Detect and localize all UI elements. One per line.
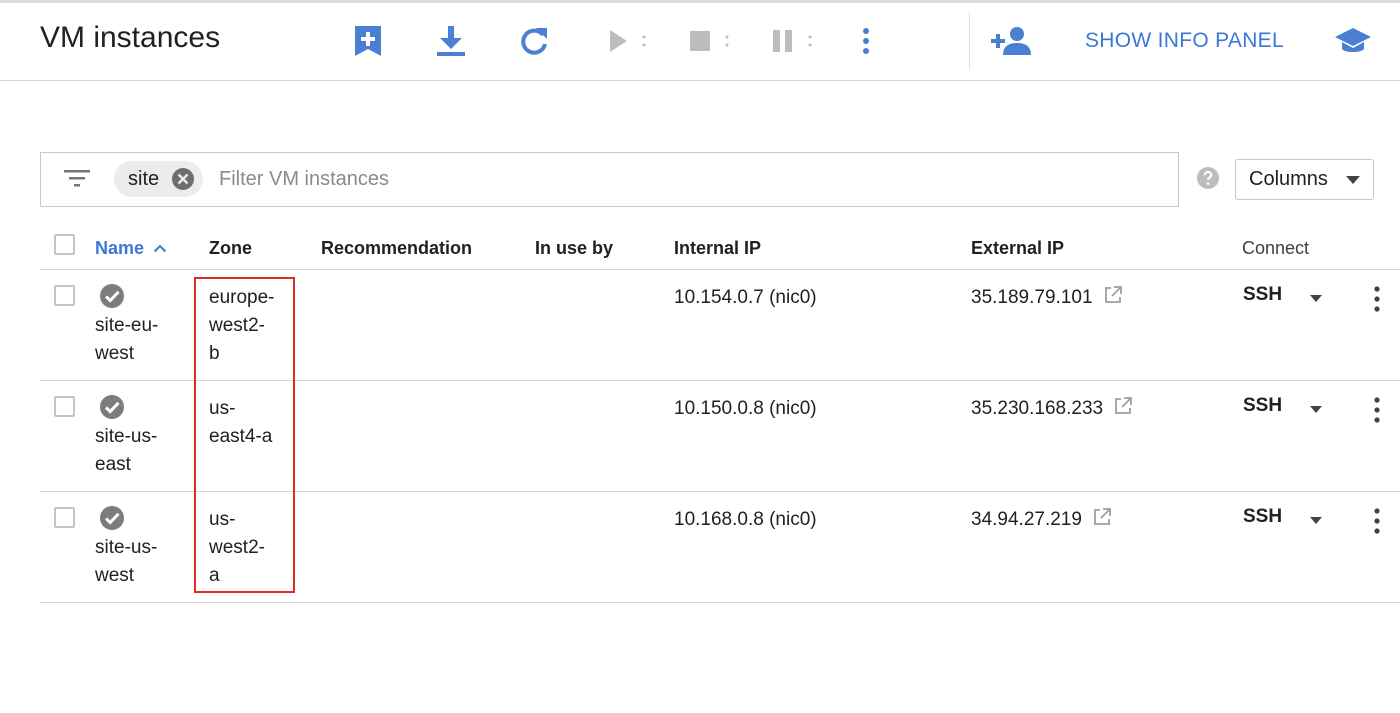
ssh-dropdown-icon[interactable] <box>1310 295 1322 302</box>
ssh-button[interactable]: SSH <box>1243 395 1282 417</box>
filter-chip-label: site <box>128 167 160 190</box>
column-header-name-label: Name <box>95 238 145 258</box>
refresh-button[interactable] <box>515 23 553 59</box>
ssh-dropdown-icon[interactable] <box>1310 517 1322 524</box>
internal-ip: 10.168.0.8 (nic0) <box>674 509 817 530</box>
select-all-checkbox[interactable] <box>54 234 75 255</box>
stop-icon <box>690 31 729 51</box>
filter-icon <box>64 170 90 187</box>
more-actions-icon <box>863 28 869 54</box>
instance-name-line: west <box>95 343 135 364</box>
import-vm-button[interactable] <box>432 23 470 59</box>
instance-name-line: west <box>95 565 135 586</box>
refresh-icon <box>521 28 547 55</box>
columns-button[interactable]: Columns <box>1235 159 1374 200</box>
open-in-new-icon[interactable] <box>1092 507 1112 527</box>
toolbar-divider <box>969 13 970 69</box>
learn-icon <box>1335 28 1371 52</box>
start-icon <box>610 30 646 52</box>
ssh-button[interactable]: SSH <box>1243 506 1282 528</box>
column-header-connect: Connect <box>1242 238 1310 258</box>
stop-button[interactable] <box>686 23 732 59</box>
create-instance-icon <box>355 26 381 56</box>
instance-name-line: site-eu- <box>95 315 159 336</box>
external-ip-cell: 35.189.79.101 <box>971 284 1123 312</box>
external-ip: 35.189.79.101 <box>971 287 1093 308</box>
row-checkbox[interactable] <box>54 396 75 417</box>
instance-name[interactable]: site-us- east <box>95 423 175 479</box>
close-icon <box>172 168 195 190</box>
filter-bar[interactable]: site Filter VM instances <box>40 152 1179 207</box>
add-member-button[interactable] <box>990 23 1034 59</box>
row-checkbox[interactable] <box>54 285 75 306</box>
start-button[interactable] <box>604 23 648 59</box>
row-checkbox[interactable] <box>54 507 75 528</box>
help-icon[interactable] <box>1196 166 1220 190</box>
suspend-icon <box>773 30 812 52</box>
column-header-recommendation[interactable]: Recommendation <box>321 238 472 259</box>
column-header-zone[interactable]: Zone <box>209 238 252 259</box>
show-info-panel-button[interactable]: SHOW INFO PANEL <box>1085 29 1284 53</box>
external-ip: 34.94.27.219 <box>971 509 1082 530</box>
column-header-in-use-by[interactable]: In use by <box>535 238 613 259</box>
external-ip: 35.230.168.233 <box>971 398 1104 419</box>
running-check-icon <box>100 506 124 530</box>
column-header-name[interactable]: Name <box>95 238 167 259</box>
filter-input[interactable]: Filter VM instances <box>219 168 389 191</box>
ssh-button[interactable]: SSH <box>1243 284 1282 306</box>
instance-name-line: site-us- <box>95 426 158 447</box>
column-header-external-ip[interactable]: External IP <box>971 238 1064 259</box>
create-instance-button[interactable] <box>350 23 386 59</box>
remove-filter-button[interactable] <box>171 167 195 191</box>
instance-name[interactable]: site-eu- west <box>95 312 175 368</box>
column-header-internal-ip[interactable]: Internal IP <box>674 238 761 259</box>
external-ip-cell: 35.230.168.233 <box>971 395 1133 423</box>
filter-chip[interactable]: site <box>114 161 204 197</box>
page-title: VM instances <box>40 21 221 54</box>
suspend-button[interactable] <box>770 23 814 59</box>
running-check-icon <box>100 395 124 419</box>
internal-ip: 10.154.0.7 (nic0) <box>674 287 817 308</box>
page-header: VM instances SHOW INFO PANEL <box>0 3 1400 81</box>
instance-name-line: east <box>95 454 131 475</box>
zone-column-highlight <box>194 277 295 593</box>
instance-name-line: site-us- <box>95 537 158 558</box>
import-vm-icon <box>437 26 465 56</box>
row-more-icon[interactable] <box>1372 284 1382 314</box>
columns-label: Columns <box>1249 168 1328 190</box>
instance-name[interactable]: site-us- west <box>95 534 175 590</box>
external-ip-cell: 34.94.27.219 <box>971 506 1112 534</box>
open-in-new-icon[interactable] <box>1103 285 1123 305</box>
running-check-icon <box>100 284 124 308</box>
more-actions-button[interactable] <box>856 23 876 59</box>
row-more-icon[interactable] <box>1372 506 1382 536</box>
row-more-icon[interactable] <box>1372 395 1382 425</box>
chevron-down-icon <box>1346 176 1360 184</box>
sort-ascending-icon <box>153 244 167 253</box>
open-in-new-icon[interactable] <box>1113 396 1133 416</box>
add-member-icon <box>991 27 1031 55</box>
internal-ip: 10.150.0.8 (nic0) <box>674 398 817 419</box>
ssh-dropdown-icon[interactable] <box>1310 406 1322 413</box>
learn-button[interactable] <box>1333 23 1373 59</box>
